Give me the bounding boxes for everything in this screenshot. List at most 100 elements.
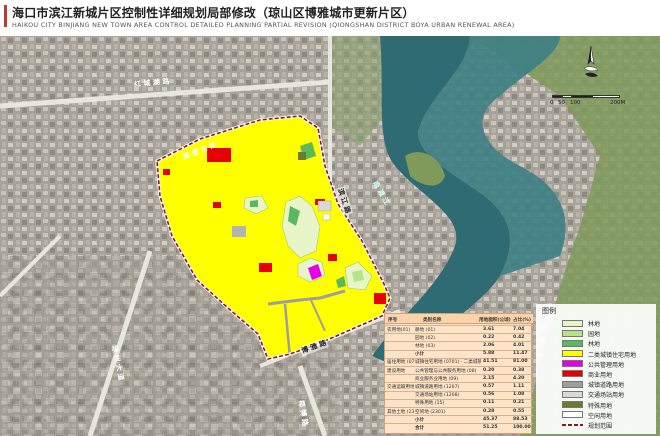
- table-cell-area: 0.57: [483, 383, 495, 389]
- land-use-table: 序号 类别名称 用地面积(公顷) 占比(%) 农用地(01) 耕地 (01) 3.6…: [384, 313, 533, 434]
- table-header: 序号 类别名称 用地面积(公顷) 占比(%): [385, 314, 533, 324]
- page-subtitle: HAIKOU CITY BINJIANG NEW TOWN AREA CONTR…: [12, 21, 515, 29]
- table-cell-area: 2.06: [483, 342, 495, 348]
- color-swatch-icon: [562, 360, 583, 368]
- table-cell-name: 交通场站用地 (1208): [415, 393, 460, 399]
- color-swatch-icon: [562, 329, 583, 337]
- legend-list: 林地 园地 林地 二类城镇住宅用地 公共管理用地 商业用地 城镇道路用地 交通场站用地 特殊用地…: [536, 318, 656, 430]
- legend-title: 图例: [542, 307, 556, 315]
- header-category: 类别名称: [423, 317, 442, 323]
- table-cell-pct: 0.42: [513, 334, 525, 340]
- table-cell-pct: 0.38: [513, 367, 525, 373]
- table-cell-pct: 88.53: [513, 416, 528, 422]
- scale-segment-2: [562, 95, 572, 98]
- table-cell-pct: 100.00: [513, 424, 531, 430]
- table-cell-area: 45.37: [483, 416, 498, 422]
- legend-item: 特殊用地: [536, 400, 656, 410]
- legend-label: 二类城镇住宅用地: [588, 351, 637, 359]
- vacant-parcel[interactable]: [322, 213, 331, 221]
- legend-item: 二类城镇住宅用地: [536, 349, 656, 359]
- table-cell-area: 51.25: [483, 424, 498, 430]
- table-cell-name: 空闲地 (2301): [415, 409, 446, 415]
- scale-segment-3: [572, 95, 592, 98]
- commercial-parcel-3[interactable]: [259, 263, 272, 272]
- color-swatch-icon: [562, 339, 583, 347]
- title-bar: 海口市滨江新城片区控制性详细规划局部修改（琼山区博雅城市更新片区） HAIKOU…: [0, 0, 660, 34]
- table-cell-name: 商业服务业用地 (09): [415, 376, 459, 382]
- title-accent-bar: [4, 5, 7, 27]
- table-cell-pct: 1.08: [513, 392, 525, 398]
- commercial-parcel-2[interactable]: [163, 169, 170, 175]
- table-cell-name: 林地 (03): [415, 343, 436, 349]
- table-cell-name: 公共管理与公共服务用地 (08): [415, 368, 477, 374]
- table-cell-group: 建设用地: [387, 368, 406, 374]
- table-cell-pct: 7.04: [513, 326, 525, 332]
- table-cell-name: 城镇道路用地 (1207): [415, 384, 460, 390]
- legend-item: 商业用地: [536, 369, 656, 379]
- table-row-divider: [385, 341, 533, 343]
- table-cell-pct: 0.21: [513, 400, 525, 406]
- table-cell-name: 合计: [415, 425, 425, 431]
- table-cell-pct: 4.20: [513, 375, 525, 381]
- table-cell-area: 0.56: [483, 392, 495, 398]
- scale-label-100: 100: [570, 100, 581, 106]
- table-cell-area: 2.15: [483, 375, 495, 381]
- table-cell-area: 0.22: [483, 334, 495, 340]
- table-cell-pct: 81.00: [513, 359, 528, 365]
- table-cell-area: 5.88: [483, 351, 495, 357]
- legend-item: 交通场站用地: [536, 389, 656, 399]
- boundary-line-icon: [562, 423, 583, 426]
- table-row-divider: [385, 333, 533, 335]
- scale-segment-4: [592, 95, 620, 98]
- legend-label: 林地: [588, 341, 601, 349]
- color-swatch-icon: [562, 350, 583, 358]
- table-cell-group: 其他土地 (23): [387, 409, 414, 415]
- table-row-divider: [385, 423, 533, 425]
- table-cell-pct: 11.47: [513, 351, 528, 357]
- legend-label: 交通场站用地: [588, 392, 625, 400]
- table-cell-area: 3.61: [483, 326, 495, 332]
- legend-label: 规划范围: [588, 422, 613, 430]
- north-arrow-icon: [580, 44, 602, 84]
- legend-item: 林地: [536, 338, 656, 348]
- table-cell-area: 41.51: [483, 359, 498, 365]
- commercial-parcel-7[interactable]: [213, 202, 221, 208]
- table-cell-name: 城镇住宅用地 (0701) · 二类城镇住宅用地 (070102): [415, 360, 481, 366]
- scale-label-200m: 200M: [610, 100, 626, 106]
- color-swatch-icon: [562, 401, 583, 408]
- transport-site-1[interactable]: [232, 226, 246, 237]
- color-swatch-icon: [562, 390, 583, 398]
- table-cell-name: 耕地 (01): [415, 327, 436, 333]
- transport-site-2[interactable]: [317, 200, 332, 212]
- header-index: 序号: [388, 317, 398, 323]
- table-cell-name: 园地 (02): [415, 335, 436, 341]
- legend-label: 公共管理用地: [588, 361, 625, 369]
- table-cell-group: 居住用地 (07): [387, 360, 414, 366]
- commercial-parcel-6[interactable]: [328, 254, 337, 261]
- legend-item: 林地: [536, 318, 656, 328]
- table-cell-area: 0.11: [483, 400, 495, 406]
- legend-item: 园地: [536, 328, 656, 338]
- park-patch[interactable]: [352, 270, 364, 282]
- commercial-parcel-4[interactable]: [374, 293, 386, 304]
- header-percent: 占比(%): [513, 317, 531, 323]
- scale-bar: 0 50 100 200M: [548, 92, 628, 108]
- table-row-divider: [385, 415, 533, 417]
- legend-label: 城镇道路用地: [588, 382, 625, 390]
- forest-patch-2[interactable]: [250, 200, 258, 207]
- legend-item: 公共管理用地: [536, 359, 656, 369]
- table-cell-area: 0.20: [483, 367, 495, 373]
- scale-segment-1: [552, 95, 562, 98]
- legend-item: 城镇道路用地: [536, 379, 656, 389]
- table-row-divider: [385, 398, 533, 400]
- legend: 图例 林地 园地 林地 二类城镇住宅用地 公共管理用地 商业用地 城镇道路用地 交通场站用地特…: [536, 304, 656, 434]
- special-use-parcel[interactable]: [298, 152, 306, 160]
- table-cell-pct: 0.55: [513, 408, 525, 414]
- table-row-divider: [385, 349, 533, 351]
- table-cell-name: 小计: [415, 417, 425, 423]
- table-cell-name: 小计: [415, 352, 425, 358]
- page-title: 海口市滨江新城片区控制性详细规划局部修改（琼山区博雅城市更新片区）: [12, 6, 415, 20]
- legend-item: 规划范围: [536, 420, 656, 430]
- color-swatch-icon: [562, 380, 583, 388]
- legend-label: 林地: [588, 321, 601, 328]
